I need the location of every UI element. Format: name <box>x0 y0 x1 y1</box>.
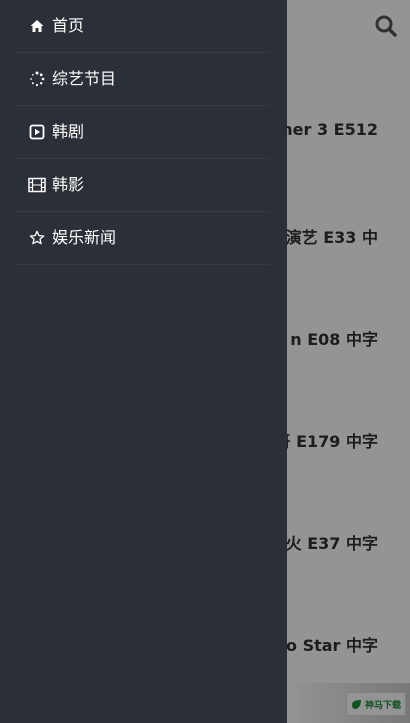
spinner-icon <box>28 70 46 88</box>
nav-drawer: 首页 综艺节目 韩剧 韩影 娱乐新闻 <box>0 0 287 723</box>
home-icon <box>28 17 46 35</box>
play-square-icon <box>28 123 46 141</box>
menu-item-label: 首页 <box>52 16 85 35</box>
menu-item-label: 韩剧 <box>52 122 85 141</box>
menu-item-label: 韩影 <box>52 175 85 194</box>
menu-item-kmovie[interactable]: 韩影 <box>16 159 270 212</box>
menu-item-kdrama[interactable]: 韩剧 <box>16 106 270 159</box>
film-icon <box>28 176 46 194</box>
drawer-menu: 首页 综艺节目 韩剧 韩影 娱乐新闻 <box>16 0 270 265</box>
menu-item-variety[interactable]: 综艺节目 <box>16 53 270 106</box>
menu-item-news[interactable]: 娱乐新闻 <box>16 212 270 265</box>
star-outline-icon <box>28 229 46 247</box>
menu-item-label: 综艺节目 <box>52 69 117 88</box>
menu-item-home[interactable]: 首页 <box>16 0 270 53</box>
menu-item-label: 娱乐新闻 <box>52 228 117 247</box>
